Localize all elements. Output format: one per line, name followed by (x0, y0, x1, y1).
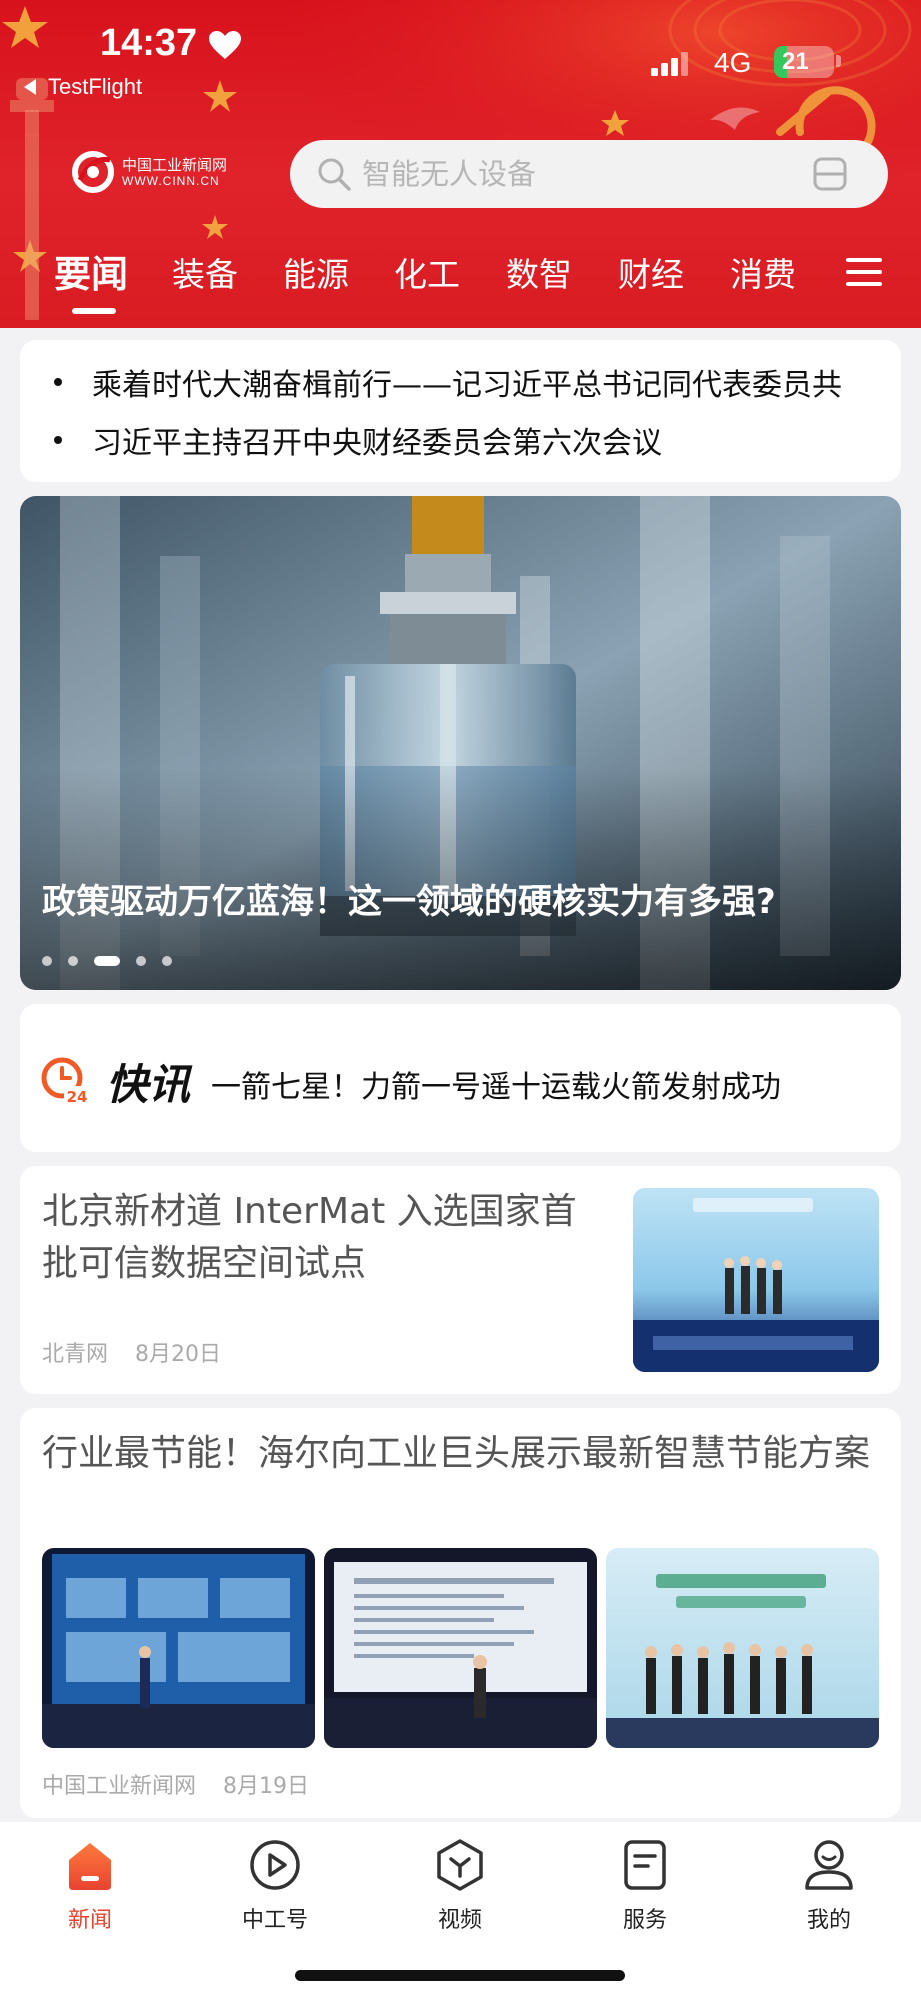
active-tab-indicator (72, 308, 116, 314)
headline-item[interactable]: 习近平主持召开中央财经委员会第六次会议 (54, 418, 662, 462)
article-source: 北青网 (42, 1342, 109, 1367)
nav-label: 视频 (437, 1908, 482, 1933)
article-title: 行业最节能！海尔向工业巨头展示最新智慧节能方案 (42, 1433, 871, 1474)
tab-yaowen[interactable]: 要闻 (54, 244, 128, 298)
site-logo[interactable]: 中国工业新闻网 WWW.CINN.CN (70, 150, 240, 194)
nav-label: 我的 (806, 1908, 851, 1933)
nav-video[interactable]: 视频 (410, 1838, 510, 1934)
banner-title: 政策驱动万亿蓝海！这一领域的硬核实力有多强? (42, 882, 776, 922)
cinn-logo-icon (72, 151, 114, 193)
featured-banner[interactable]: 政策驱动万亿蓝海！这一领域的硬核实力有多强? (20, 496, 901, 990)
bullet (54, 378, 62, 386)
tab-huagong[interactable]: 化工 (394, 248, 460, 296)
document-icon (624, 1840, 666, 1890)
article-meta: 中国工业新闻网 8月19日 (42, 1768, 309, 1800)
article-image-2 (324, 1548, 597, 1748)
flash-news[interactable]: 24 快讯 一箭七星！力箭一号遥十运载火箭发射成功 (20, 1004, 901, 1152)
network-type: 4G (714, 47, 752, 78)
nav-news[interactable]: 新闻 (40, 1838, 140, 1934)
home-indicator (295, 1970, 625, 1981)
clock-24-icon: 24 (41, 1057, 90, 1106)
back-to-testflight[interactable]: TestFlight (24, 74, 142, 100)
tab-xiaofei[interactable]: 消费 (730, 248, 796, 296)
headline-item[interactable]: 乘着时代大潮奋楫前行——记习近平总书记同代表委员共 (54, 360, 842, 404)
flash-text: 一箭七星！力箭一号遥十运载火箭发射成功 (211, 1070, 781, 1105)
article-title: 北京新材道 InterMat 入选国家首批可信数据空间试点 (42, 1191, 577, 1284)
tab-shuzhi[interactable]: 数智 (506, 248, 572, 296)
presentation-screen-image (42, 1548, 315, 1748)
article-image-3 (606, 1548, 879, 1748)
article-card[interactable]: 行业最节能！海尔向工业巨头展示最新智慧节能方案 中国工业新闻网 8月19日 (20, 1408, 901, 1818)
headline-text: 习近平主持召开中央财经委员会第六次会议 (92, 426, 662, 461)
ceremony-stage-image (633, 1188, 879, 1372)
app-header: 14:37 TestFlight 4G 21 中国工业新闻网 WWW.CINN.… (0, 0, 921, 328)
heart-icon (209, 31, 241, 59)
play-circle-icon (250, 1840, 300, 1890)
search-input[interactable] (362, 150, 762, 198)
carousel-dot[interactable] (162, 956, 172, 966)
logo-name-cn: 中国工业新闻网 (122, 156, 228, 174)
nav-profile[interactable]: 我的 (779, 1838, 879, 1934)
battery-percent: 21 (782, 48, 809, 75)
alliance-launch-image (606, 1548, 879, 1748)
nav-label: 服务 (622, 1908, 667, 1933)
video-hexagon-icon (437, 1839, 483, 1891)
nav-label: 中工号 (241, 1908, 308, 1933)
status-time: 14:37 (100, 22, 198, 64)
logo-name-en: WWW.CINN.CN (122, 174, 220, 188)
user-icon (805, 1840, 853, 1890)
back-arrow-icon (24, 79, 36, 95)
bottom-navigation: 新闻 中工号 视频 服务 我的 (0, 1822, 921, 2000)
article-date: 8月20日 (135, 1342, 222, 1367)
battery-indicator: 21 (774, 46, 834, 78)
category-tabs: 要闻 装备 能源 化工 数智 财经 消费 (0, 248, 921, 314)
nav-service[interactable]: 服务 (595, 1838, 695, 1934)
nav-label: 新闻 (67, 1908, 112, 1933)
menu-icon[interactable] (846, 256, 882, 288)
cellular-signal-icon (651, 52, 688, 76)
tab-nengyuan[interactable]: 能源 (283, 248, 349, 296)
flash-label: 快讯 (106, 1060, 191, 1109)
carousel-dot[interactable] (68, 956, 78, 966)
article-image-1 (42, 1548, 315, 1748)
carousel-dot[interactable] (136, 956, 146, 966)
bullet (54, 436, 62, 444)
carousel-dot[interactable] (42, 956, 52, 966)
flash-badge-number: 24 (67, 1088, 88, 1106)
headline-text: 乘着时代大潮奋楫前行——记习近平总书记同代表委员共 (92, 368, 842, 403)
article-source: 中国工业新闻网 (42, 1774, 197, 1799)
article-thumbnail (633, 1188, 879, 1372)
search-icon (318, 158, 351, 191)
carousel-dot-active[interactable] (94, 956, 120, 966)
article-card[interactable]: 北京新材道 InterMat 入选国家首批可信数据空间试点 北青网 8月20日 (20, 1166, 901, 1394)
tab-zhuangbei[interactable]: 装备 (172, 248, 238, 296)
nav-zhonggonghao[interactable]: 中工号 (225, 1838, 325, 1934)
battery-tip (836, 55, 841, 67)
search-bar[interactable] (290, 140, 888, 208)
back-app-label: TestFlight (48, 74, 143, 99)
tab-caijing[interactable]: 财经 (618, 248, 684, 296)
article-meta: 北青网 8月20日 (42, 1336, 221, 1368)
speaker-slides-image (324, 1548, 597, 1748)
scan-icon[interactable] (812, 156, 848, 192)
top-headlines: 乘着时代大潮奋楫前行——记习近平总书记同代表委员共 习近平主持召开中央财经委员会… (20, 340, 901, 482)
article-date: 8月19日 (223, 1774, 310, 1799)
home-icon (69, 1843, 111, 1890)
